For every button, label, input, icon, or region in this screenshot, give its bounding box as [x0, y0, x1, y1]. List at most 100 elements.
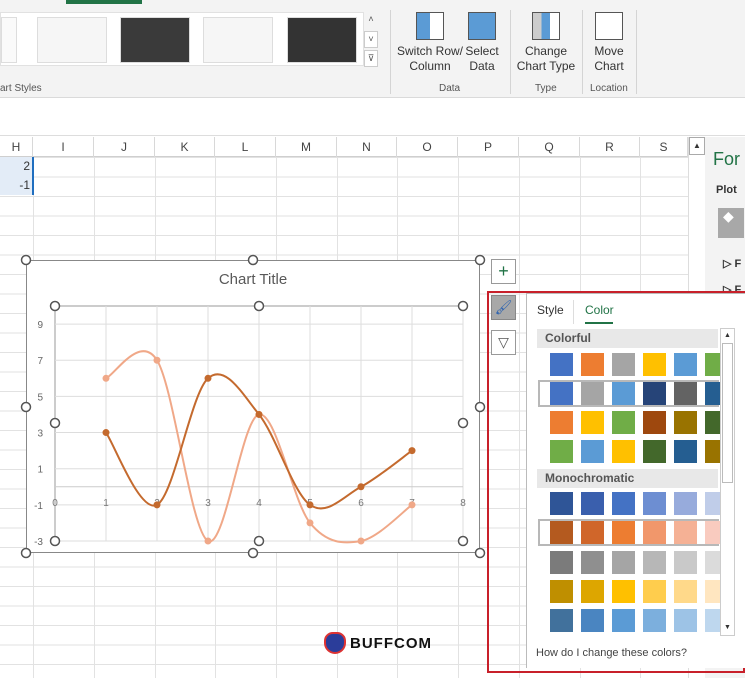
colorful-swatch[interactable] — [643, 440, 666, 463]
monochromatic-swatch[interactable] — [612, 609, 635, 632]
tab-style[interactable]: Style — [537, 303, 564, 317]
x-tick-label: 8 — [460, 498, 466, 509]
palette-scrollbar[interactable]: ▲ ▼ — [720, 328, 735, 636]
monochromatic-swatch[interactable] — [550, 551, 573, 574]
monochromatic-swatch[interactable] — [643, 551, 666, 574]
help-link[interactable]: How do I change these colors? — [536, 647, 687, 659]
colorful-swatch[interactable] — [550, 411, 573, 434]
data-point — [306, 501, 314, 509]
scroll-down-arrow[interactable]: ▼ — [721, 621, 734, 635]
colorful-swatch[interactable] — [612, 411, 635, 434]
monochromatic-swatch[interactable] — [643, 609, 666, 632]
scroll-thumb[interactable] — [722, 343, 733, 483]
y-tick-label: -3 — [34, 537, 43, 548]
resize-handle — [474, 401, 486, 413]
data-point — [408, 447, 416, 455]
plus-icon: + — [498, 261, 509, 281]
x-tick-label: 1 — [103, 498, 109, 509]
colorful-swatch[interactable] — [643, 353, 666, 376]
tab-color[interactable]: Color — [585, 303, 614, 317]
colorful-swatch[interactable] — [550, 440, 573, 463]
data-point — [153, 501, 161, 509]
resize-handle — [474, 547, 486, 559]
monochromatic-swatch[interactable] — [643, 580, 666, 603]
monochromatic-swatch[interactable] — [581, 492, 604, 515]
resize-handle — [20, 547, 32, 559]
colorful-swatch[interactable] — [643, 411, 666, 434]
monochromatic-swatch[interactable] — [581, 580, 604, 603]
data-point — [357, 483, 365, 491]
colorful-swatch[interactable] — [581, 353, 604, 376]
data-point — [102, 429, 110, 437]
monochromatic-swatch[interactable] — [581, 521, 604, 544]
monochromatic-header: Monochromatic — [537, 469, 718, 488]
monochromatic-swatch[interactable] — [674, 551, 697, 574]
data-point — [357, 537, 365, 545]
y-tick-label: 7 — [37, 356, 43, 367]
y-tick-label: 9 — [37, 320, 43, 331]
chart-elements-button[interactable]: + — [491, 259, 516, 284]
colorful-swatch[interactable] — [674, 440, 697, 463]
scroll-up-arrow[interactable]: ▲ — [721, 329, 734, 343]
y-tick-label: 1 — [37, 465, 43, 476]
resize-handle — [247, 547, 259, 559]
colorful-swatch[interactable] — [581, 411, 604, 434]
divider — [573, 300, 574, 324]
resize-handle — [457, 535, 469, 547]
colorful-swatch[interactable] — [550, 353, 573, 376]
monochromatic-swatch[interactable] — [612, 551, 635, 574]
data-point — [255, 410, 263, 418]
monochromatic-swatch[interactable] — [674, 580, 697, 603]
monochromatic-swatch[interactable] — [612, 580, 635, 603]
y-tick-label: -1 — [34, 501, 43, 512]
data-point — [306, 519, 314, 527]
colorful-swatch[interactable] — [643, 382, 666, 405]
colorful-swatch[interactable] — [612, 382, 635, 405]
colorful-swatch[interactable] — [674, 411, 697, 434]
monochromatic-swatch[interactable] — [612, 492, 635, 515]
resize-handle — [247, 254, 259, 266]
data-point — [204, 537, 212, 545]
monochromatic-swatch[interactable] — [581, 551, 604, 574]
monochromatic-swatch[interactable] — [550, 492, 573, 515]
data-point — [204, 374, 212, 382]
resize-handle — [49, 535, 61, 547]
x-tick-label: 3 — [205, 498, 211, 509]
monochromatic-swatch[interactable] — [643, 521, 666, 544]
colorful-swatch[interactable] — [581, 382, 604, 405]
resize-handle — [20, 401, 32, 413]
x-tick-label: 4 — [256, 498, 262, 509]
resize-handle — [49, 300, 61, 312]
resize-handle — [457, 417, 469, 429]
monochromatic-swatch[interactable] — [550, 609, 573, 632]
data-point — [153, 356, 161, 364]
resize-handle — [20, 254, 32, 266]
data-point — [408, 501, 416, 509]
x-tick-label: 0 — [52, 498, 58, 509]
resize-handle — [49, 417, 61, 429]
monochromatic-swatch[interactable] — [674, 492, 697, 515]
bull-logo-icon — [324, 632, 346, 654]
monochromatic-swatch[interactable] — [581, 609, 604, 632]
resize-handle — [457, 300, 469, 312]
data-point — [102, 374, 110, 382]
colorful-swatch[interactable] — [612, 440, 635, 463]
colorful-swatch[interactable] — [581, 440, 604, 463]
colorful-swatch[interactable] — [612, 353, 635, 376]
x-tick-label: 6 — [358, 498, 364, 509]
colorful-swatch[interactable] — [550, 382, 573, 405]
resize-handle — [474, 254, 486, 266]
monochromatic-swatch[interactable] — [550, 580, 573, 603]
colorful-header: Colorful — [537, 329, 718, 348]
monochromatic-swatch[interactable] — [612, 521, 635, 544]
resize-handle — [253, 300, 265, 312]
monochromatic-swatch[interactable] — [643, 492, 666, 515]
monochromatic-swatch[interactable] — [550, 521, 573, 544]
buffcom-logo: BUFFCOM — [324, 632, 432, 654]
colorful-swatch[interactable] — [674, 382, 697, 405]
monochromatic-swatch[interactable] — [674, 521, 697, 544]
y-tick-label: 3 — [37, 429, 43, 440]
colorful-swatch[interactable] — [674, 353, 697, 376]
active-tab-underline — [585, 322, 613, 324]
monochromatic-swatch[interactable] — [674, 609, 697, 632]
